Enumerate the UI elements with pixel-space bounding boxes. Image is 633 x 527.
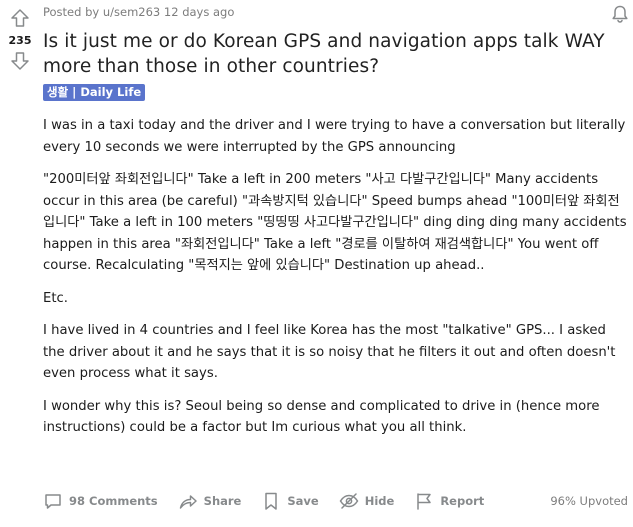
upvote-ratio: 96% Upvoted (550, 494, 628, 508)
share-button[interactable]: Share (178, 491, 242, 511)
meta-prefix: Posted by (43, 5, 100, 19)
upvote-button[interactable] (8, 6, 32, 30)
downvote-button[interactable] (8, 49, 32, 73)
comment-icon (45, 494, 61, 509)
body-paragraph: I wonder why this is? Seoul being so den… (43, 398, 600, 436)
author-link[interactable]: u/sem263 (103, 5, 160, 19)
post-title[interactable]: Is it just me or do Korean GPS and navig… (43, 29, 628, 79)
bookmark-icon (265, 492, 278, 510)
body-paragraph: Etc. (43, 290, 68, 306)
save-button[interactable]: Save (261, 491, 319, 511)
vote-count: 235 (8, 34, 32, 47)
post-body: I was in a taxi today and the driver and… (43, 115, 628, 439)
save-label: Save (287, 494, 319, 508)
eye-slash-icon (339, 493, 359, 509)
post-flair[interactable]: 생활 | Daily Life (43, 84, 146, 101)
arrow-up-icon (11, 9, 29, 27)
vote-column: 235 (0, 0, 40, 73)
body-paragraph: "200미터앞 좌회전입니다" Take a left in 200 meter… (43, 172, 627, 273)
post: Posted by u/sem263 12 days ago Is it jus… (43, 0, 628, 450)
comments-button[interactable]: 98 Comments (43, 491, 158, 511)
report-button[interactable]: Report (414, 491, 484, 511)
arrow-down-icon (11, 52, 29, 70)
share-icon (179, 495, 197, 509)
share-label: Share (203, 494, 242, 508)
hide-button[interactable]: Hide (339, 491, 395, 511)
report-label: Report (440, 494, 485, 508)
body-paragraph: I was in a taxi today and the driver and… (43, 118, 626, 155)
hide-label: Hide (364, 494, 395, 508)
post-meta: Posted by u/sem263 12 days ago (43, 5, 628, 21)
post-age: 12 days ago (163, 5, 235, 19)
post-actions-bar: 98 Comments Share Save Hide Report 96% U… (43, 487, 628, 515)
flag-icon (417, 493, 432, 510)
body-paragraph: I have lived in 4 countries and I feel l… (43, 323, 616, 381)
comments-label: 98 Comments (69, 494, 158, 508)
